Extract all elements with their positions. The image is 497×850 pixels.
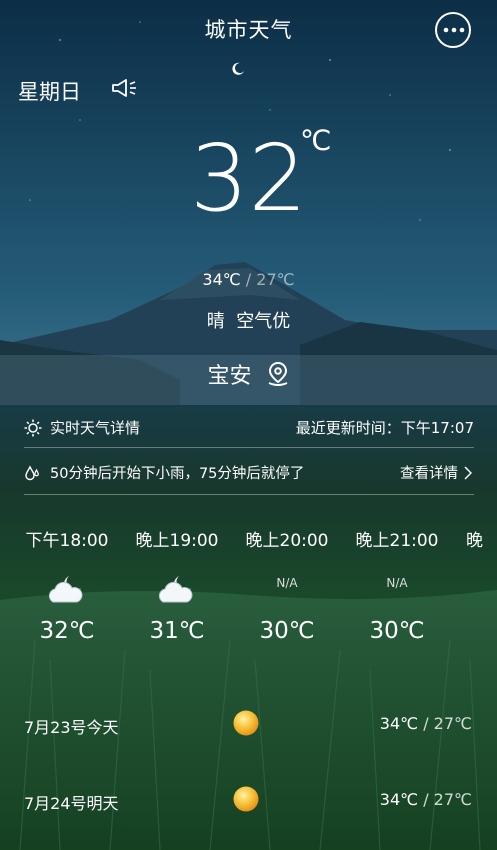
realtime-info-row: 实时天气详情 最近更新时间：下午17:07 [24, 417, 474, 439]
raindrops-icon [25, 464, 39, 480]
partly-cloudy-night-icon [122, 550, 232, 603]
city-selector[interactable]: 宝安 [0, 358, 497, 390]
speaker-icon[interactable] [110, 76, 138, 104]
divider-1 [24, 447, 474, 448]
hour-time: 晚上19:00 [135, 531, 219, 551]
hour-column: 下午18:00 32℃ [12, 526, 122, 644]
moon-icon [231, 61, 245, 80]
view-details-label: 查看详情 [400, 466, 458, 482]
today-high: 34℃ [202, 270, 241, 289]
update-time: 最近更新时间：下午17:07 [295, 419, 474, 437]
sun-outline-icon [24, 419, 42, 436]
no-data-label: N/A [276, 576, 298, 590]
hour-temperature: 30℃ [369, 618, 425, 644]
partly-cloudy-night-icon [12, 550, 122, 603]
hour-time: 晚 [466, 531, 483, 551]
no-data-label: N/A [386, 576, 408, 590]
day-range: 34℃ / 27℃ [379, 714, 472, 733]
hour-column: 晚上21:00 N/A 30℃ [342, 526, 452, 644]
day-high: 34℃ [379, 714, 419, 733]
today-range: 34℃ / 27℃ [0, 270, 497, 289]
day-label: 7月24号明天 [24, 794, 119, 813]
day-high: 34℃ [379, 790, 419, 809]
hour-time: 下午18:00 [25, 531, 109, 551]
app-title: 城市天气 [204, 18, 293, 42]
hour-time: 晚上21:00 [355, 531, 439, 551]
day-label: 7月23号今天 [24, 718, 119, 737]
day-low: 27℃ [433, 790, 472, 809]
day-range: 34℃ / 27℃ [379, 790, 472, 809]
rain-forecast-row: 50分钟后开始下小雨，75分钟后就停了 查看详情 [24, 462, 474, 484]
hour-column-partial: 晚 [452, 526, 497, 551]
view-details-link[interactable]: 查看详情 [400, 462, 472, 483]
realtime-details-link[interactable]: 实时天气详情 [24, 417, 140, 438]
hour-temperature: 31℃ [149, 618, 205, 644]
chevron-right-icon [464, 465, 472, 480]
rain-forecast-text: 50分钟后开始下小雨，75分钟后就停了 [50, 466, 305, 482]
weather-condition: 晴 [206, 311, 225, 332]
current-temperature: 32 [190, 125, 308, 232]
hour-temperature: 32℃ [39, 618, 95, 644]
condition-line: 晴 空气优 [0, 307, 497, 333]
range-separator: / [240, 270, 257, 289]
hour-time: 晚上20:00 [245, 531, 329, 551]
location-pin-icon [268, 361, 287, 386]
hour-column: 晚上19:00 31℃ [122, 526, 232, 644]
hour-temperature: 30℃ [259, 618, 315, 644]
sun-icon [232, 709, 260, 741]
daily-row[interactable]: 7月23号今天 34℃ / 27℃ [24, 709, 474, 739]
more-dots-icon [443, 27, 465, 33]
divider-2 [24, 494, 474, 495]
weekday-label: 星期日 [18, 80, 81, 104]
more-options-button[interactable] [435, 12, 471, 48]
city-name: 宝安 [207, 364, 252, 389]
no-data-slot: N/A [342, 550, 452, 600]
temperature-unit: ℃ [300, 124, 332, 157]
hourly-forecast[interactable]: 下午18:00 32℃ 晚上19:00 31℃ 晚上20:00 N/A 30℃ … [0, 526, 497, 676]
no-data-slot: N/A [232, 550, 342, 600]
air-quality: 空气优 [236, 311, 291, 332]
sun-icon [232, 785, 260, 817]
realtime-label: 实时天气详情 [50, 419, 141, 437]
hour-column: 晚上20:00 N/A 30℃ [232, 526, 342, 644]
daily-row[interactable]: 7月24号明天 34℃ / 27℃ [24, 785, 474, 815]
day-low: 27℃ [433, 714, 472, 733]
today-low: 27℃ [256, 270, 295, 289]
